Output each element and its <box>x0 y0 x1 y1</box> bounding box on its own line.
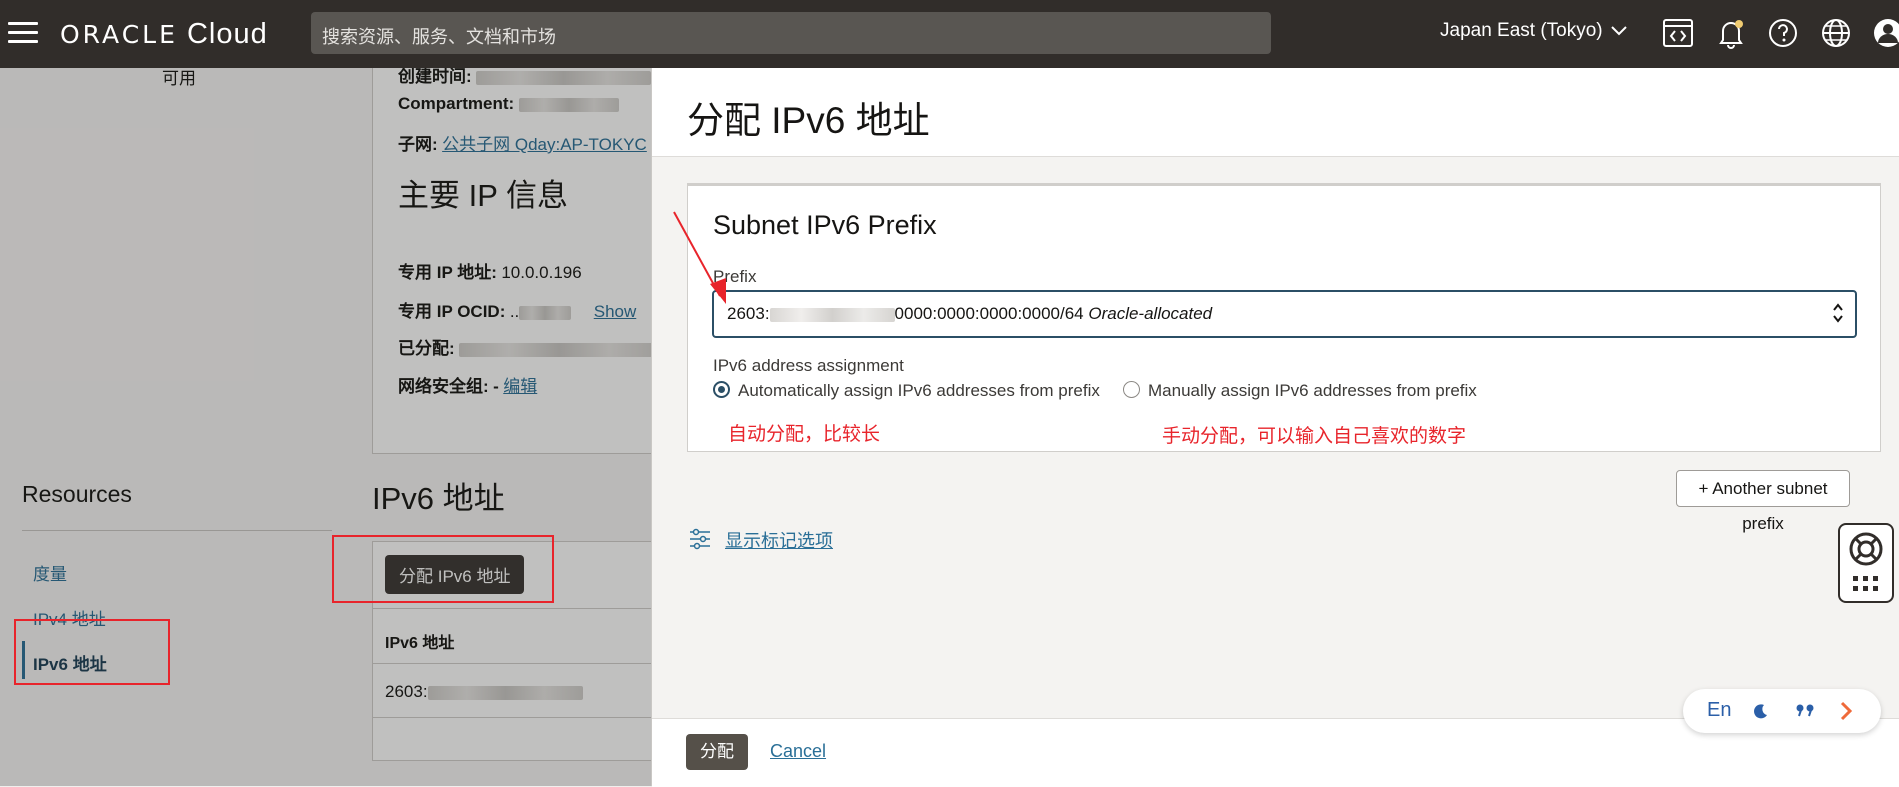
cancel-link[interactable]: Cancel <box>770 741 826 762</box>
oracle-cloud-logo[interactable]: ORACLE Cloud <box>60 18 268 51</box>
language-widget[interactable]: En <box>1683 689 1881 733</box>
lifebuoy-icon <box>1849 532 1883 566</box>
subnet-prefix-card: Subnet IPv6 Prefix Prefix 2603: 0000:0000… <box>687 183 1881 452</box>
radio-manual-assign[interactable]: Manually assign IPv6 addresses from pref… <box>1123 381 1477 401</box>
hamburger-menu-icon[interactable] <box>8 22 38 44</box>
globe-icon[interactable] <box>1819 16 1853 50</box>
search-placeholder: 搜索资源、服务、文档和市场 <box>322 27 556 47</box>
annotation-box-ipv6-nav <box>14 619 170 685</box>
radio-selected-icon <box>713 381 730 398</box>
profile-icon[interactable] <box>1871 16 1899 50</box>
quote-icon[interactable] <box>1795 703 1817 717</box>
search-input[interactable]: 搜索资源、服务、文档和市场 <box>311 12 1271 54</box>
help-icon[interactable] <box>1766 16 1800 50</box>
top-bar: ORACLE Cloud 搜索资源、服务、文档和市场 Japan East (T… <box>0 0 1899 68</box>
moon-icon[interactable] <box>1751 701 1771 721</box>
chevron-right-icon[interactable] <box>1835 700 1857 722</box>
help-widget[interactable] <box>1838 523 1894 603</box>
annotation-box-assign-button <box>332 535 554 603</box>
another-subnet-prefix-button[interactable]: + Another subnet prefix <box>1676 470 1850 533</box>
drawer-title: 分配 IPv6 地址 <box>687 100 930 141</box>
language-label: En <box>1707 699 1732 721</box>
grid-dots-icon <box>1853 576 1878 591</box>
sliders-icon <box>690 528 710 550</box>
code-editor-icon[interactable] <box>1661 16 1695 50</box>
radio-auto-assign[interactable]: Automatically assign IPv6 addresses from… <box>713 381 1100 401</box>
card-title: Subnet IPv6 Prefix <box>713 210 937 240</box>
annotation-arrow-icon <box>673 211 726 304</box>
drawer-header: 分配 IPv6 地址 <box>652 68 1899 157</box>
show-tags-link[interactable]: 显示标记选项 <box>725 527 833 553</box>
chevron-down-icon <box>1611 26 1627 36</box>
bell-icon[interactable] <box>1714 16 1748 50</box>
radio-unselected-icon <box>1123 381 1140 398</box>
annotation-manual: 手动分配，可以输入自己喜欢的数字 <box>1162 426 1467 447</box>
prefix-select[interactable]: 2603: 0000:0000:0000:0000/64 Oracle-alloc… <box>712 290 1857 338</box>
submit-assign-button[interactable]: 分配 <box>686 734 748 770</box>
annotation-auto: 自动分配，比较长 <box>728 424 881 445</box>
prefix-select-value: 2603: 0000:0000:0000:0000/64 Oracle-alloc… <box>727 304 1213 323</box>
region-selector[interactable]: Japan East (Tokyo) <box>1440 20 1628 42</box>
assignment-label: IPv6 address assignment <box>713 356 904 375</box>
select-sort-icon <box>1833 303 1843 323</box>
assign-ipv6-drawer: 分配 IPv6 地址 Subnet IPv6 Prefix Prefix 260… <box>651 68 1899 787</box>
